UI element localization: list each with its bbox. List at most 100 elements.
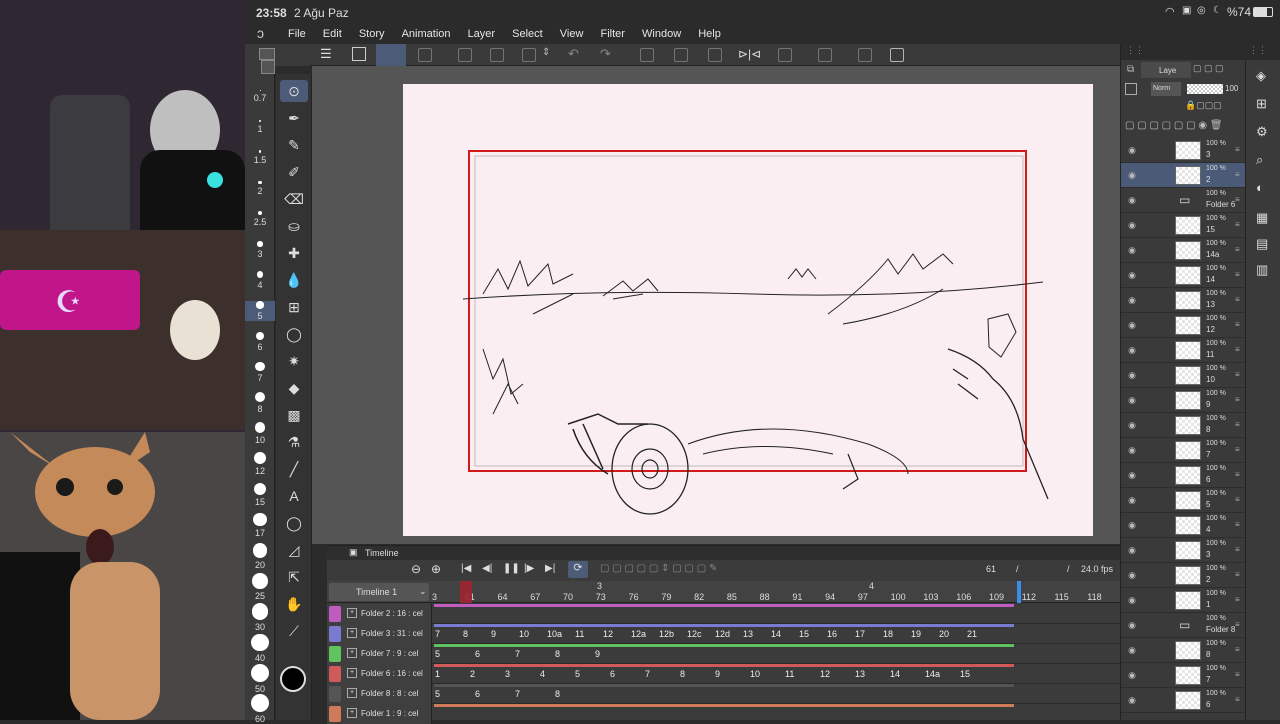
layer-row[interactable]: ◉ 100 % 8 ≡ bbox=[1121, 638, 1245, 663]
canvas-resize-icon[interactable] bbox=[352, 47, 366, 61]
eye-icon[interactable]: ◉ bbox=[1126, 669, 1138, 681]
cel-label[interactable]: 11 bbox=[575, 629, 584, 639]
ruler-icon[interactable]: ◿ bbox=[280, 539, 308, 561]
layer-menu-icon[interactable]: ≡ bbox=[1235, 295, 1240, 304]
brush-size-option[interactable]: 30 bbox=[245, 603, 275, 632]
eye-icon[interactable]: ◉ bbox=[1126, 144, 1138, 156]
cel-label[interactable]: 6 bbox=[475, 689, 480, 699]
panel-tabs-icons[interactable]: ▢ ▢ ▢ bbox=[1193, 63, 1224, 74]
eye-icon[interactable]: ◉ bbox=[1126, 294, 1138, 306]
timeline-track[interactable]: + Folder 3 : 31 : cel 7 8 9 10 10a 11 12 12a 12b 12… bbox=[327, 624, 1120, 644]
cel-label[interactable]: 3 bbox=[505, 669, 510, 679]
layer-row[interactable]: ◉ 100 % 6 ≡ bbox=[1121, 463, 1245, 488]
menu-select[interactable]: Select bbox=[512, 28, 543, 40]
layer-menu-icon[interactable]: ≡ bbox=[1235, 270, 1240, 279]
menu-view[interactable]: View bbox=[560, 28, 584, 40]
cel-label[interactable]: 19 bbox=[911, 629, 921, 639]
cel-label[interactable]: 12 bbox=[820, 669, 830, 679]
eye-icon[interactable]: ◉ bbox=[1126, 544, 1138, 556]
brush-size-option[interactable]: 17 bbox=[245, 512, 275, 538]
cel-label[interactable]: 5 bbox=[575, 669, 580, 679]
blend-icon[interactable]: ⛀ bbox=[280, 215, 308, 237]
transform-icon[interactable] bbox=[708, 48, 722, 62]
layer-menu-icon[interactable]: ≡ bbox=[1235, 445, 1240, 454]
cel-label[interactable]: 12a bbox=[631, 629, 646, 639]
layer-menu-icon[interactable]: ≡ bbox=[1235, 245, 1240, 254]
track-expand-icon[interactable]: + bbox=[347, 708, 357, 718]
clear-icon[interactable] bbox=[640, 48, 654, 62]
line-icon[interactable]: ╱ bbox=[280, 458, 308, 480]
layer-row[interactable]: ◉ 100 % 4 ≡ bbox=[1121, 513, 1245, 538]
cel-label[interactable]: 11 bbox=[785, 669, 794, 679]
hand-icon[interactable]: ✋ bbox=[280, 593, 308, 615]
track-visibility-icon[interactable] bbox=[329, 606, 341, 622]
pointer-icon[interactable]: ⊙ bbox=[280, 80, 308, 102]
move-icon[interactable]: ⇱ bbox=[280, 566, 308, 588]
zoom-out-icon[interactable]: ⊖ bbox=[411, 562, 421, 576]
layer-row[interactable]: ◉ 100 % 13 ≡ bbox=[1121, 288, 1245, 313]
eye-icon[interactable]: ◉ bbox=[1126, 319, 1138, 331]
eye-icon[interactable]: ◉ bbox=[1126, 569, 1138, 581]
layer-menu-icon[interactable]: ≡ bbox=[1235, 195, 1240, 204]
picker-icon[interactable]: ⟋ bbox=[280, 620, 308, 642]
prev-frame-icon[interactable]: ◀| bbox=[482, 563, 492, 574]
brush-size-option[interactable]: 6 bbox=[245, 331, 275, 352]
layer-row[interactable]: ◉ 100 % 2 ≡ bbox=[1121, 163, 1245, 188]
up-down-arrows-icon[interactable]: ⇕ bbox=[542, 47, 550, 58]
layer-menu-icon[interactable]: ≡ bbox=[1235, 145, 1240, 154]
hamburger-menu-icon[interactable]: ☰ bbox=[320, 46, 332, 62]
layer-menu-icon[interactable]: ≡ bbox=[1235, 695, 1240, 704]
brush-size-option[interactable]: 2.5 bbox=[245, 210, 275, 227]
track-expand-icon[interactable]: + bbox=[347, 628, 357, 638]
layer-row[interactable]: ◉ 100 % 8 ≡ bbox=[1121, 413, 1245, 438]
next-frame-icon[interactable]: |▶ bbox=[524, 563, 534, 574]
timeline-track[interactable]: + Folder 2 : 16 : cel bbox=[327, 604, 1120, 624]
fps-display[interactable]: 24.0 fps bbox=[1081, 564, 1113, 574]
lock-icons[interactable]: 🔒▢▢▢ bbox=[1185, 100, 1222, 111]
track-visibility-icon[interactable] bbox=[329, 666, 341, 682]
timeline-tab-label[interactable]: Timeline bbox=[365, 548, 399, 558]
cel-label[interactable]: 10 bbox=[750, 669, 760, 679]
redo-icon[interactable]: ↷ bbox=[600, 46, 611, 62]
cel-label[interactable]: 13 bbox=[743, 629, 753, 639]
navigator-icon[interactable]: ⊞ bbox=[1256, 96, 1267, 112]
eye-icon[interactable]: ◉ bbox=[1126, 419, 1138, 431]
layer-row[interactable]: ◉ 100 % 1 ≡ bbox=[1121, 588, 1245, 613]
app-logo-icon[interactable]: ↄ bbox=[257, 25, 264, 41]
layer-menu-icon[interactable]: ≡ bbox=[1235, 170, 1240, 179]
history-icon[interactable]: ▤ bbox=[1256, 236, 1268, 252]
layer-row[interactable]: ◉ 100 % 14 ≡ bbox=[1121, 263, 1245, 288]
brush-size-option[interactable]: 20 bbox=[245, 543, 275, 570]
menu-edit[interactable]: Edit bbox=[323, 28, 342, 40]
layer-menu-icon[interactable]: ≡ bbox=[1235, 570, 1240, 579]
cel-label[interactable]: 8 bbox=[680, 669, 685, 679]
brush-size-option[interactable]: 12 bbox=[245, 452, 275, 476]
active-mode-button[interactable] bbox=[376, 44, 406, 66]
cel-label[interactable]: 16 bbox=[827, 629, 837, 639]
drawing-canvas[interactable] bbox=[403, 84, 1093, 536]
lasso-icon[interactable]: ◯ bbox=[280, 323, 308, 345]
brush-size-option[interactable]: 7 bbox=[245, 361, 275, 383]
cel-label[interactable]: 12 bbox=[603, 629, 613, 639]
pen-icon[interactable]: ✒ bbox=[280, 107, 308, 129]
open-icon[interactable] bbox=[490, 48, 504, 62]
save-icon[interactable] bbox=[522, 48, 536, 62]
track-visibility-icon[interactable] bbox=[329, 626, 341, 642]
brush-size-option[interactable]: 4 bbox=[245, 271, 275, 290]
layer-row[interactable]: ◉ 100 % 3 ≡ bbox=[1121, 138, 1245, 163]
cel-label[interactable]: 8 bbox=[555, 649, 560, 659]
eyedropper-icon[interactable]: ⚗ bbox=[280, 431, 308, 453]
eye-icon[interactable]: ◉ bbox=[1126, 244, 1138, 256]
menu-story[interactable]: Story bbox=[359, 28, 385, 40]
grid-icon[interactable] bbox=[890, 48, 904, 62]
end-marker[interactable] bbox=[1017, 581, 1021, 603]
layer-mask-icon[interactable] bbox=[1125, 83, 1137, 95]
brush-size-option[interactable]: 10 bbox=[245, 422, 275, 445]
layer-menu-icon[interactable]: ≡ bbox=[1235, 470, 1240, 479]
last-frame-icon[interactable]: ▶| bbox=[545, 563, 555, 574]
menu-layer[interactable]: Layer bbox=[468, 28, 496, 40]
layer-menu-icon[interactable]: ≡ bbox=[1235, 420, 1240, 429]
bucket-icon[interactable]: ◆ bbox=[280, 377, 308, 399]
cel-label[interactable]: 6 bbox=[475, 649, 480, 659]
eye-icon[interactable]: ◉ bbox=[1126, 394, 1138, 406]
